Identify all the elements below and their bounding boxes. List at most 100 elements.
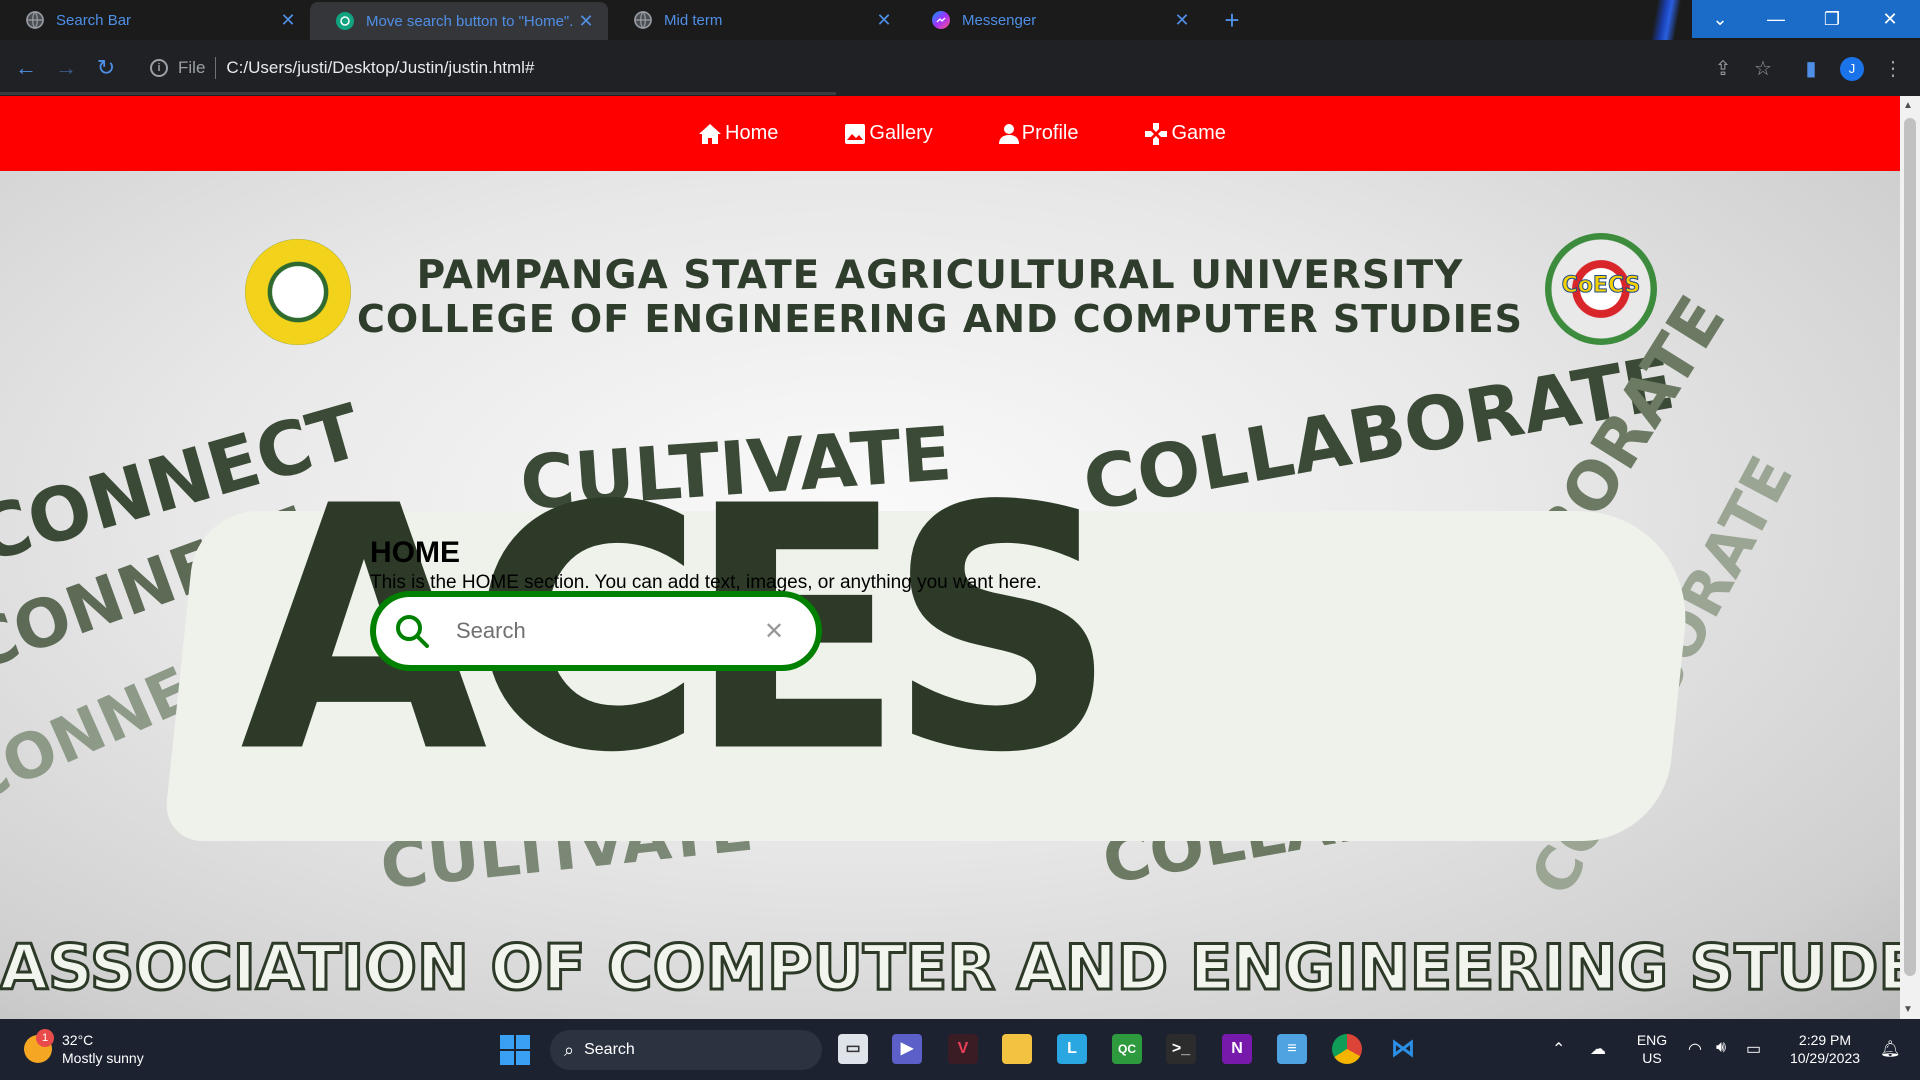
- terminal-icon[interactable]: >_: [1166, 1034, 1196, 1064]
- profile-avatar[interactable]: J: [1840, 57, 1864, 81]
- association-name: ASSOCIATION OF COMPUTER AND ENGINEERING …: [0, 930, 1900, 1006]
- start-button[interactable]: [500, 1035, 530, 1065]
- tab-strip: Search Bar ✕ Move search button to "Home…: [0, 0, 1920, 40]
- file-explorer-icon[interactable]: [1002, 1034, 1032, 1064]
- nav-label: Gallery: [869, 122, 933, 144]
- wifi-icon[interactable]: ◠: [1688, 1039, 1702, 1059]
- nav-label: Game: [1171, 122, 1226, 144]
- notification-bell-icon[interactable]: 🔔︎: [1880, 1039, 1900, 1059]
- taskbar-search[interactable]: ⌕ Search: [550, 1030, 822, 1070]
- region-code: US: [1642, 1050, 1662, 1066]
- tab-search-dropdown-button[interactable]: ⌄: [1692, 0, 1748, 38]
- chatgpt-icon: [336, 12, 354, 30]
- weather-condition: Mostly sunny: [62, 1050, 144, 1066]
- restore-button[interactable]: ❐: [1804, 0, 1860, 38]
- forward-button[interactable]: →: [52, 54, 80, 82]
- nav-game[interactable]: Game: [1144, 122, 1226, 146]
- arrow-right-icon: →: [55, 55, 77, 80]
- chevron-up-icon[interactable]: ⌃: [1552, 1039, 1565, 1059]
- search-icon[interactable]: [392, 611, 432, 651]
- site-navbar: Home Gallery Profile Game: [0, 96, 1900, 171]
- tab-move-search-button[interactable]: Move search button to "Home". ✕: [310, 2, 608, 40]
- coecs-logo-text: CoECS: [1561, 273, 1641, 299]
- minimize-button[interactable]: —: [1748, 0, 1804, 38]
- back-button[interactable]: ←: [12, 54, 40, 82]
- tab-search-bar[interactable]: Search Bar ✕: [0, 0, 310, 40]
- weather-temp: 32°C: [62, 1032, 94, 1048]
- share-icon[interactable]: ⇪: [1710, 56, 1736, 81]
- close-icon: ✕: [1882, 8, 1898, 29]
- task-view-icon[interactable]: ▭: [838, 1034, 868, 1064]
- arrow-left-icon: ←: [15, 55, 37, 80]
- onedrive-icon[interactable]: ☁: [1590, 1039, 1606, 1059]
- gamepad-icon: [1145, 122, 1168, 145]
- home-section: HOME This is the HOME section. You can a…: [370, 536, 1042, 594]
- page-viewport: Home Gallery Profile Game PAMPANGA STATE…: [0, 96, 1900, 1019]
- globe-icon: [634, 11, 652, 29]
- nav-label: Home: [725, 122, 779, 144]
- search-input[interactable]: [456, 618, 756, 644]
- chrome-icon[interactable]: [1332, 1034, 1362, 1064]
- nav-label: Profile: [1021, 122, 1079, 144]
- nav-home[interactable]: Home: [698, 122, 778, 145]
- wallpaper-glow: [1640, 0, 1692, 40]
- tab-title: Search Bar: [56, 11, 132, 29]
- scroll-down-icon[interactable]: ▼: [1903, 1004, 1913, 1015]
- search-box[interactable]: ✕: [370, 591, 822, 671]
- nav-profile[interactable]: Profile: [998, 122, 1079, 145]
- nav-gallery[interactable]: Gallery: [844, 122, 933, 145]
- home-icon: [699, 123, 722, 144]
- volume-icon[interactable]: 🔊︎: [1716, 1039, 1726, 1057]
- valorant-icon[interactable]: V: [948, 1034, 978, 1064]
- weather-widget[interactable]: 1 32°C Mostly sunny: [24, 1029, 144, 1067]
- language-code: ENG: [1636, 1032, 1668, 1048]
- messenger-icon: [932, 11, 950, 29]
- tab-messenger[interactable]: Messenger ✕: [906, 0, 1204, 40]
- search-icon: ⌕: [564, 1039, 575, 1060]
- tab-title: Move search button to "Home".: [366, 12, 574, 30]
- person-icon: [998, 123, 1019, 144]
- scroll-up-icon[interactable]: ▲: [1903, 100, 1913, 111]
- notification-badge: 1: [36, 1029, 54, 1047]
- info-icon[interactable]: i: [150, 59, 168, 77]
- home-title: HOME: [370, 536, 460, 569]
- clock[interactable]: 2:29 PM 10/29/2023: [1780, 1031, 1870, 1067]
- divider: [215, 57, 217, 79]
- image-icon: [845, 123, 866, 144]
- chevron-down-icon: ⌄: [1712, 8, 1728, 29]
- tab-title: Mid term: [664, 11, 723, 29]
- side-panel-icon[interactable]: ▮: [1798, 56, 1824, 81]
- vscode-icon[interactable]: ⋈: [1388, 1034, 1418, 1064]
- close-icon[interactable]: ✕: [1172, 10, 1192, 31]
- close-icon[interactable]: ✕: [278, 10, 298, 31]
- new-tab-button[interactable]: +: [1216, 6, 1248, 36]
- loading-bar: [0, 92, 836, 95]
- tab-mid-term[interactable]: Mid term ✕: [608, 0, 906, 40]
- qc-app-icon[interactable]: QC: [1112, 1034, 1142, 1064]
- close-icon[interactable]: ✕: [576, 11, 596, 32]
- hero-banner: PAMPANGA STATE AGRICULTURAL UNIVERSITY C…: [0, 171, 1900, 1019]
- close-window-button[interactable]: ✕: [1860, 0, 1920, 38]
- onenote-icon[interactable]: N: [1222, 1034, 1252, 1064]
- clock-date: 10/29/2023: [1789, 1050, 1861, 1066]
- l-app-icon[interactable]: L: [1057, 1034, 1087, 1064]
- close-icon[interactable]: ✕: [874, 10, 894, 31]
- reload-button[interactable]: ↻: [92, 54, 120, 82]
- menu-dots-icon[interactable]: ⋮: [1880, 56, 1906, 81]
- browser-toolbar: ← → ↻ i File C:/Users/justi/Desktop/Just…: [0, 40, 1920, 96]
- clear-icon[interactable]: ✕: [764, 617, 784, 646]
- teams-chat-icon[interactable]: ▶: [892, 1034, 922, 1064]
- battery-icon[interactable]: ▭: [1746, 1039, 1761, 1059]
- taskbar-search-label: Search: [584, 1041, 635, 1058]
- address-bar[interactable]: i File C:/Users/justi/Desktop/Justin/jus…: [138, 48, 1748, 88]
- language-indicator[interactable]: ENG US: [1630, 1031, 1674, 1067]
- bookmark-star-icon[interactable]: ☆: [1750, 56, 1776, 81]
- minimize-icon: —: [1767, 8, 1785, 29]
- reload-icon: ↻: [96, 55, 116, 80]
- tab-title: Messenger: [962, 11, 1037, 29]
- windows-taskbar: 1 32°C Mostly sunny ⌕ Search ▭ ▶ V L QC …: [0, 1019, 1920, 1080]
- url-scheme: File: [178, 58, 206, 77]
- notepad-icon[interactable]: ≡: [1277, 1034, 1307, 1064]
- url-text[interactable]: C:/Users/justi/Desktop/Justin/justin.htm…: [226, 58, 534, 78]
- scrollbar-thumb[interactable]: [1904, 118, 1916, 976]
